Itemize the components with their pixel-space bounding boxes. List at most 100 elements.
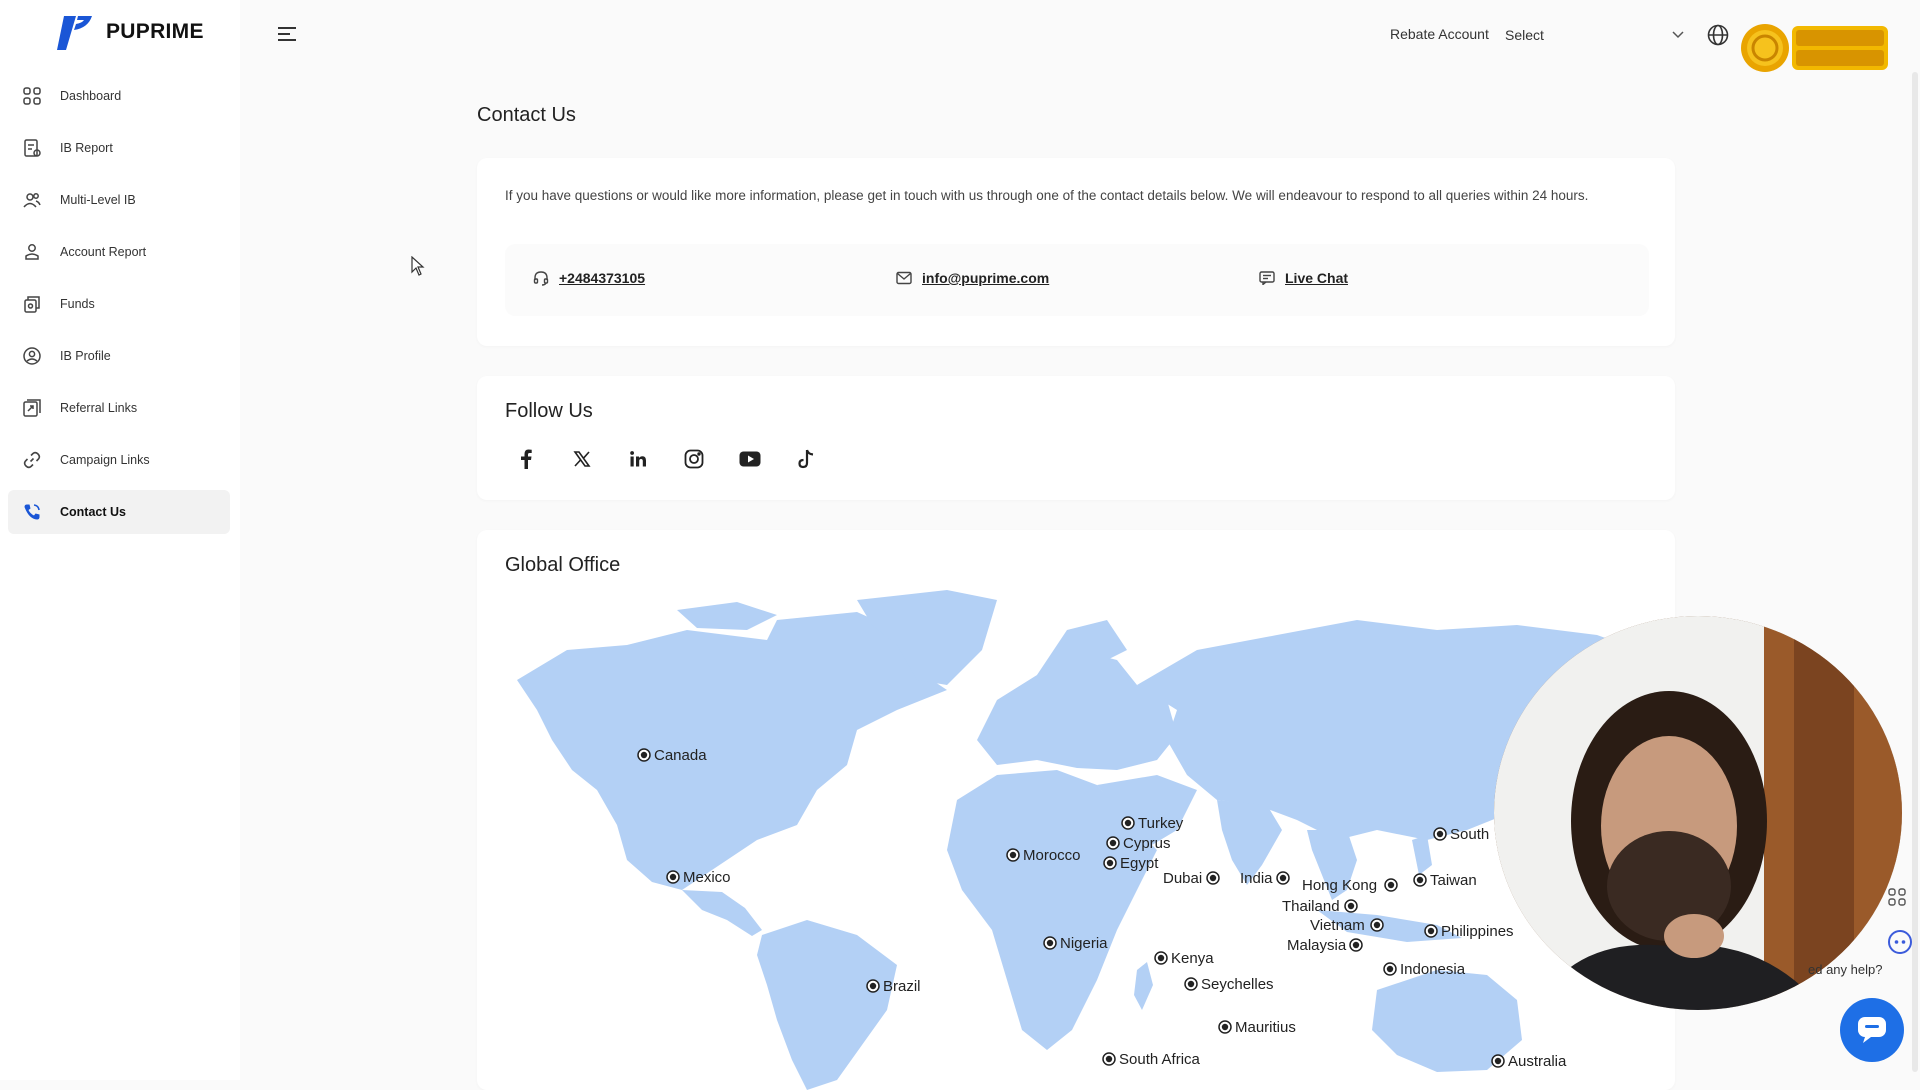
office-label: Australia: [1508, 1053, 1567, 1070]
rebate-account-select[interactable]: Select: [1505, 22, 1685, 48]
phone-number: +2484373105: [559, 270, 646, 286]
follow-us-title: Follow Us: [505, 400, 593, 422]
chat-icon: [1259, 271, 1275, 285]
office-label: Cyprus: [1123, 835, 1171, 852]
office-pin[interactable]: Mauritius: [1218, 1019, 1296, 1036]
youtube-icon[interactable]: [739, 448, 761, 470]
office-label: Dubai: [1163, 870, 1202, 887]
sidebar-item-referral-links[interactable]: Referral Links: [8, 386, 230, 430]
office-pin[interactable]: South Africa: [1102, 1051, 1201, 1068]
profile-icon: [22, 346, 42, 366]
sidebar-item-dashboard[interactable]: Dashboard: [8, 74, 230, 118]
office-pin[interactable]: Indonesia: [1383, 961, 1466, 978]
sidebar-item-label: Dashboard: [60, 89, 122, 103]
sidebar-item-label: Referral Links: [60, 401, 138, 415]
office-label: Hong Kong: [1302, 877, 1377, 894]
sidebar-item-account-report[interactable]: Account Report: [8, 230, 230, 274]
sidebar-item-label: Multi-Level IB: [60, 193, 136, 207]
sidebar-item-label: IB Report: [60, 141, 113, 155]
sidebar-item-contact-us[interactable]: Contact Us: [8, 490, 230, 534]
office-label: South: [1450, 826, 1489, 843]
sidebar-item-ib-profile[interactable]: IB Profile: [8, 334, 230, 378]
brand-logo[interactable]: PUPRIME: [54, 12, 204, 52]
rebate-account-label: Rebate Account: [1390, 26, 1489, 42]
page-title: Contact Us: [477, 104, 576, 126]
sidebar-item-label: Campaign Links: [60, 453, 150, 467]
office-label: Mauritius: [1235, 1019, 1296, 1036]
instagram-icon[interactable]: [683, 448, 705, 470]
global-office-title: Global Office: [505, 554, 621, 576]
chevron-down-icon: [1672, 31, 1684, 39]
select-value: Select: [1505, 27, 1544, 43]
sidebar-item-label: Contact Us: [60, 505, 126, 519]
office-label: Turkey: [1138, 815, 1184, 832]
link-icon: [22, 450, 42, 470]
office-label: Thailand: [1282, 898, 1340, 915]
menu-toggle-icon[interactable]: [276, 24, 298, 49]
sidebar-item-label: IB Profile: [60, 349, 111, 363]
dashboard-icon: [22, 86, 42, 106]
funds-icon: [22, 294, 42, 314]
sidebar-item-label: Account Report: [60, 245, 147, 259]
office-label: Kenya: [1171, 950, 1214, 967]
sidebar-item-ib-report[interactable]: IB Report: [8, 126, 230, 170]
office-pin[interactable]: Kenya: [1154, 950, 1214, 967]
page-scrollbar[interactable]: [1912, 72, 1918, 1072]
office-label: Morocco: [1023, 847, 1081, 864]
sidebar-item-multi-level-ib[interactable]: Multi-Level IB: [8, 178, 230, 222]
live-chat-link[interactable]: Live Chat: [1259, 270, 1348, 286]
office-label: Brazil: [883, 978, 921, 995]
assistant-bot-icon[interactable]: [1888, 930, 1912, 959]
office-pin[interactable]: Seychelles: [1184, 976, 1274, 993]
office-pin[interactable]: Malaysia: [1287, 937, 1363, 954]
contact-card: If you have questions or would like more…: [477, 158, 1675, 346]
office-pin[interactable]: Dubai: [1163, 870, 1220, 887]
office-pin[interactable]: South: [1433, 826, 1489, 843]
linkedin-icon[interactable]: [627, 448, 649, 470]
live-chat-button[interactable]: [1840, 998, 1904, 1062]
office-label: Egypt: [1120, 855, 1159, 872]
user-avatar[interactable]: [1740, 20, 1890, 75]
office-label: Indonesia: [1400, 961, 1466, 978]
sidebar-nav: Dashboard IB Report Multi-Level IB Accou…: [8, 74, 230, 542]
office-pin[interactable]: Taiwan: [1413, 872, 1477, 889]
mouse-cursor-icon: [411, 255, 425, 281]
email-link[interactable]: info@puprime.com: [896, 270, 1049, 286]
sidebar: PUPRIME Dashboard IB Report Multi-Level …: [0, 0, 240, 1080]
office-label: Seychelles: [1201, 976, 1274, 993]
referral-icon: [22, 398, 42, 418]
office-label: Philippines: [1441, 923, 1514, 940]
office-label: Mexico: [683, 869, 731, 886]
sidebar-item-campaign-links[interactable]: Campaign Links: [8, 438, 230, 482]
office-label: Canada: [654, 747, 707, 764]
sidebar-item-funds[interactable]: Funds: [8, 282, 230, 326]
help-prompt-text: ed any help?: [1808, 962, 1883, 977]
webcam-overlay: [1494, 616, 1902, 1010]
live-chat-label: Live Chat: [1285, 270, 1349, 286]
x-icon[interactable]: [571, 448, 593, 470]
office-label: Taiwan: [1430, 872, 1477, 889]
chat-bubble-icon: [1858, 1017, 1886, 1043]
office-label: India: [1240, 870, 1273, 887]
phone-icon: [22, 502, 42, 522]
report-icon: [22, 138, 42, 158]
headset-icon: [533, 271, 549, 286]
office-label: Nigeria: [1060, 935, 1108, 952]
users-icon: [22, 190, 42, 210]
brand-name: PUPRIME: [106, 20, 204, 43]
grid-apps-icon[interactable]: [1888, 888, 1906, 911]
facebook-icon[interactable]: [515, 448, 537, 470]
user-icon: [22, 242, 42, 262]
language-globe-icon[interactable]: [1707, 24, 1729, 51]
tiktok-icon[interactable]: [795, 448, 817, 470]
contact-intro-text: If you have questions or would like more…: [505, 188, 1589, 203]
contact-details-row: +2484373105 info@puprime.com Live Chat: [505, 244, 1649, 316]
email-address: info@puprime.com: [922, 270, 1050, 286]
mail-icon: [896, 271, 912, 285]
office-label: Vietnam: [1310, 917, 1365, 934]
social-links: [515, 448, 817, 470]
phone-link[interactable]: +2484373105: [533, 270, 645, 286]
office-label: Malaysia: [1287, 937, 1347, 954]
office-pin[interactable]: India: [1240, 870, 1290, 887]
office-pin[interactable]: Hong Kong: [1302, 877, 1398, 894]
